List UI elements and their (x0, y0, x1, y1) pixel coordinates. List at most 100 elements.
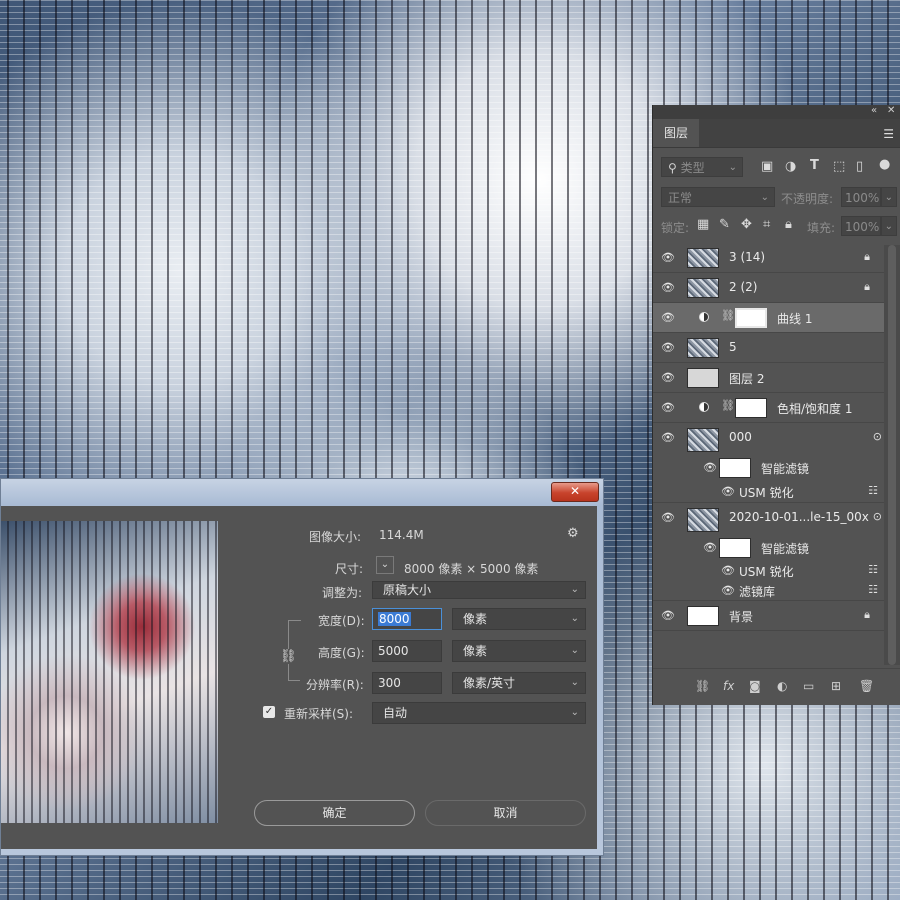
lock-icon: 🔒︎ (864, 608, 870, 621)
width-unit-select[interactable]: 像素 ⌄ (452, 608, 586, 630)
layer-name: USM 锐化 (739, 565, 794, 579)
layer-row[interactable]: 👁︎ 图层 2 (653, 363, 884, 393)
link-icon: ⛓︎ (721, 399, 735, 412)
eye-icon[interactable]: 👁︎ (661, 251, 675, 264)
eye-icon[interactable]: 👁︎ (661, 281, 675, 294)
layer-row[interactable]: 👁︎ 5 (653, 333, 884, 363)
search-icon: ⚲ (668, 161, 677, 175)
close-icon[interactable]: ✕ (887, 105, 895, 116)
dimensions-label: 尺寸: (335, 562, 364, 576)
lock-position-icon[interactable]: ✥ (741, 217, 752, 232)
adjustment-filter-icon[interactable]: ◑ (785, 159, 796, 174)
filter-toggle-icon[interactable]: ● (879, 157, 890, 172)
lock-icon: 🔒︎ (864, 250, 870, 263)
lock-all-icon[interactable]: 🔒︎ (785, 217, 792, 232)
resolution-input[interactable]: 300 (372, 672, 442, 694)
smart-object-filter-icon[interactable]: ▯ (856, 159, 863, 174)
eye-icon[interactable]: 👁︎ (661, 511, 675, 524)
new-adjustment-icon[interactable]: ◐ (777, 679, 787, 693)
opacity-dropdown[interactable]: ⌄ (881, 187, 897, 207)
lock-image-icon[interactable]: ✎ (719, 217, 730, 232)
smart-filters-row[interactable]: 👁︎ 智能滤镜 (653, 456, 884, 481)
filter-options-icon[interactable]: ☷ (868, 563, 878, 576)
panel-menu-icon[interactable]: ☰ (883, 127, 894, 141)
opacity-label: 不透明度: (781, 192, 834, 206)
layer-row-selected[interactable]: 👁︎ ⛓︎ 曲线 1 (653, 303, 884, 333)
fill-field[interactable]: 100% (841, 216, 881, 236)
type-filter-icon[interactable]: T (810, 158, 819, 173)
trash-icon[interactable]: 🗑︎ (859, 679, 874, 693)
smart-filter-mask-thumbnail[interactable] (719, 538, 751, 558)
layer-thumbnail (687, 338, 719, 358)
image-preview[interactable] (1, 521, 218, 823)
width-input[interactable]: 8000 (372, 608, 442, 630)
layer-name: 智能滤镜 (761, 542, 810, 556)
layers-scrollbar[interactable] (884, 245, 900, 665)
layer-row[interactable]: 👁︎ 3 (14) 🔒︎ (653, 243, 884, 273)
lock-transparent-icon[interactable]: ▦ (697, 217, 709, 232)
height-unit-select[interactable]: 像素 ⌄ (452, 640, 586, 662)
fx-icon[interactable]: fx (723, 679, 734, 693)
eye-icon[interactable]: 👁︎ (703, 461, 717, 474)
resample-label: 重新采样(S): (284, 707, 354, 721)
eye-icon[interactable]: 👁︎ (661, 609, 675, 622)
image-size-value: 114.4M (379, 528, 424, 542)
eye-icon[interactable]: 👁︎ (721, 584, 735, 597)
eye-icon[interactable]: 👁︎ (661, 371, 675, 384)
layer-row[interactable]: 👁︎ 2020-10-01...le-15_00x ⊙ (653, 503, 884, 536)
layer-name: 2020-10-01...le-15_00x (729, 510, 869, 524)
eye-icon[interactable]: 👁︎ (661, 341, 675, 354)
filter-options-icon[interactable]: ☷ (868, 583, 878, 596)
eye-icon[interactable]: 👁︎ (661, 401, 675, 414)
scrollbar-thumb[interactable] (888, 245, 896, 665)
layer-mask-thumbnail[interactable] (735, 398, 767, 418)
filter-row[interactable]: 👁︎ USM 锐化 ☷ (653, 561, 884, 581)
layer-name: 图层 2 (729, 372, 765, 386)
eye-icon[interactable]: 👁︎ (661, 431, 675, 444)
resample-checkbox[interactable]: ✓ (263, 706, 275, 718)
gear-icon[interactable]: ⚙ (567, 526, 579, 541)
smart-filter-mask-thumbnail[interactable] (719, 458, 751, 478)
filter-row[interactable]: 👁︎ USM 锐化 ☷ (653, 481, 884, 503)
pixel-filter-icon[interactable]: ▣ (761, 159, 773, 174)
layer-row[interactable]: 👁︎ 000 ⊙ (653, 423, 884, 456)
dimensions-dropdown-icon[interactable]: ⌄ (376, 556, 394, 574)
filter-kind-select[interactable]: ⚲ 类型 ⌄ (661, 157, 743, 177)
filter-options-icon[interactable]: ☷ (868, 484, 878, 497)
eye-icon[interactable]: 👁︎ (721, 564, 735, 577)
blend-mode-select[interactable]: 正常 ⌄ (661, 187, 775, 207)
filter-row[interactable]: 👁︎ 滤镜库 ☷ (653, 581, 884, 601)
add-mask-icon[interactable]: ◙ (749, 679, 761, 693)
constrain-proportions-link-icon[interactable]: ⛓︎ (280, 649, 297, 664)
layer-row[interactable]: 👁︎ ⛓︎ 色相/饱和度 1 (653, 393, 884, 423)
fill-dropdown[interactable]: ⌄ (881, 216, 897, 236)
layer-row[interactable]: 👁︎ 背景 🔒︎ (653, 601, 884, 631)
close-button[interactable]: ✕ (551, 482, 599, 502)
layer-row[interactable]: 👁︎ 2 (2) 🔒︎ (653, 273, 884, 303)
shape-filter-icon[interactable]: ⬚ (833, 159, 845, 174)
lock-artboard-icon[interactable]: ⌗ (763, 217, 770, 232)
eye-icon[interactable]: 👁︎ (661, 311, 675, 324)
fill-label: 填充: (807, 221, 836, 235)
layer-mask-thumbnail[interactable] (735, 308, 767, 328)
opacity-field[interactable]: 100% (841, 187, 881, 207)
new-group-icon[interactable]: ▭ (803, 679, 814, 693)
resolution-unit-select[interactable]: 像素/英寸 ⌄ (452, 672, 586, 694)
cancel-button[interactable]: 取消 (425, 800, 586, 826)
fit-to-select[interactable]: 原稿大小 ⌄ (372, 581, 586, 599)
link-layers-icon[interactable]: ⛓︎ (695, 679, 710, 693)
height-input[interactable]: 5000 (372, 640, 442, 662)
chevron-down-icon: ⌄ (570, 645, 579, 656)
smart-filters-row[interactable]: 👁︎ 智能滤镜 (653, 536, 884, 561)
collapse-icon[interactable]: « (871, 105, 877, 116)
tab-layers[interactable]: 图层 (653, 119, 699, 147)
ok-button[interactable]: 确定 (254, 800, 415, 826)
new-layer-icon[interactable]: ⊞ (831, 679, 841, 693)
layer-name: 000 (729, 430, 752, 444)
eye-icon[interactable]: 👁︎ (703, 541, 717, 554)
resample-select[interactable]: 自动 ⌄ (372, 702, 586, 724)
eye-icon[interactable]: 👁︎ (721, 485, 735, 498)
constrain-bracket (288, 680, 300, 681)
panel-title-bar[interactable]: « ✕ (653, 105, 900, 119)
curves-adjustment-icon (699, 312, 709, 322)
